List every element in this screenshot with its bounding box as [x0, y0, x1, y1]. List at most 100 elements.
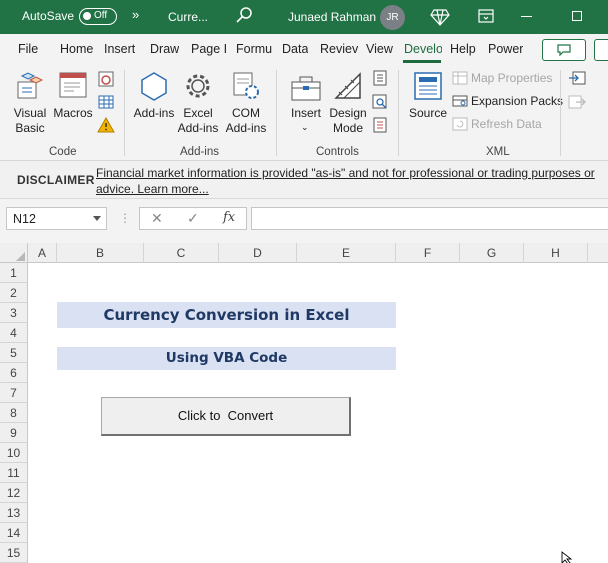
comments-button[interactable]	[542, 39, 586, 61]
map-properties-button[interactable]: Map Properties	[471, 71, 552, 85]
sheet-subtitle[interactable]: Using VBA Code	[57, 347, 396, 370]
search-icon[interactable]	[234, 6, 254, 29]
select-all-icon	[16, 252, 25, 261]
record-macro-icon[interactable]	[97, 70, 115, 91]
visual-basic-button[interactable]: Visual Basic	[8, 106, 52, 136]
design-mode-icon	[333, 71, 363, 104]
row-header[interactable]: 14	[0, 523, 27, 543]
row-header[interactable]: 1	[0, 263, 27, 283]
row-header[interactable]: 12	[0, 483, 27, 503]
row-header[interactable]: 2	[0, 283, 27, 303]
name-box[interactable]: N12	[6, 207, 107, 230]
group-controls-label: Controls	[316, 146, 359, 158]
tab-page-layout[interactable]: Page I	[191, 42, 228, 56]
column-header[interactable]: A	[28, 243, 57, 263]
maximize-icon[interactable]	[572, 11, 582, 21]
row-header[interactable]: 4	[0, 323, 27, 343]
title-bar: AutoSave Off » Curre... Junaed Rahman JR	[0, 0, 608, 34]
properties-icon[interactable]	[372, 70, 388, 89]
autosave-label: AutoSave	[22, 9, 75, 23]
tab-power-pivot[interactable]: Power	[488, 42, 523, 56]
excel-add-ins-button[interactable]: Excel Add-ins	[174, 106, 222, 136]
map-properties-icon	[452, 71, 468, 88]
tab-developer[interactable]: Develo	[404, 42, 442, 56]
row-header[interactable]: 3	[0, 303, 27, 323]
autosave-toggle[interactable]: Off	[79, 8, 117, 25]
macros-icon	[58, 71, 88, 104]
view-code-icon[interactable]	[372, 94, 388, 113]
chevron-down-icon[interactable]	[93, 216, 101, 221]
chevron-down-icon: ⌄	[301, 122, 309, 132]
insert-function-icon[interactable]: fx	[223, 210, 235, 225]
row-header[interactable]: 11	[0, 463, 27, 483]
row-header[interactable]: 13	[0, 503, 27, 523]
select-all-button[interactable]	[0, 243, 28, 263]
row-header[interactable]: 6	[0, 363, 27, 383]
expansion-packs-button[interactable]: Expansion Packs	[471, 94, 563, 108]
formula-input[interactable]	[251, 207, 608, 230]
refresh-data-button[interactable]: Refresh Data	[471, 117, 542, 131]
tab-home[interactable]: Home	[60, 42, 93, 56]
formula-bar: N12 ⋮ ✕ ✓ fx	[0, 199, 608, 243]
group-divider	[276, 70, 277, 156]
design-mode-button[interactable]: Design Mode	[326, 106, 370, 136]
row-header[interactable]: 9	[0, 423, 27, 443]
active-tab-indicator	[403, 60, 441, 63]
tab-view[interactable]: View	[366, 42, 393, 56]
insert-controls-button[interactable]: Insert	[286, 106, 326, 121]
user-name[interactable]: Junaed Rahman	[288, 10, 376, 24]
com-add-ins-icon	[231, 71, 261, 104]
column-header[interactable]: E	[297, 243, 396, 263]
com-add-ins-button[interactable]: COM Add-ins	[222, 106, 270, 136]
tab-formulas[interactable]: Formu	[236, 42, 274, 56]
avatar[interactable]: JR	[380, 5, 405, 30]
convert-button[interactable]: Click to Convert	[101, 397, 351, 436]
column-header[interactable]: G	[460, 243, 524, 263]
group-xml-label: XML	[486, 146, 510, 158]
diamond-icon[interactable]	[430, 8, 450, 29]
group-code-label: Code	[49, 146, 77, 158]
column-header[interactable]: C	[144, 243, 219, 263]
share-button[interactable]	[594, 39, 608, 61]
sheet-title[interactable]: Currency Conversion in Excel	[57, 302, 396, 328]
relative-references-icon[interactable]	[97, 94, 115, 113]
row-header[interactable]: 5	[0, 343, 27, 363]
autosave-state: Off	[94, 10, 108, 21]
drag-handle-icon[interactable]: ⋮	[119, 211, 131, 225]
export-icon[interactable]	[568, 94, 586, 113]
row-header[interactable]: 7	[0, 383, 27, 403]
row-header[interactable]: 8	[0, 403, 27, 423]
add-ins-icon	[140, 71, 168, 104]
column-headers: A B C D E F G H	[0, 243, 608, 263]
macro-security-icon[interactable]	[97, 116, 115, 136]
disclaimer-link[interactable]: Financial market information is provided…	[96, 165, 604, 197]
cancel-icon[interactable]: ✕	[151, 210, 163, 227]
source-button[interactable]: Source	[406, 106, 450, 121]
file-name[interactable]: Curre...	[168, 10, 208, 24]
ribbon: Visual Basic Macros Code Add-ins Excel A…	[0, 64, 608, 161]
enter-icon[interactable]: ✓	[187, 210, 199, 227]
toggle-knob	[83, 12, 91, 20]
minimize-icon[interactable]	[521, 16, 532, 17]
group-divider	[124, 70, 125, 156]
tab-help[interactable]: Help	[450, 42, 476, 56]
ribbon-display-options-icon[interactable]	[478, 9, 494, 26]
column-header[interactable]: H	[524, 243, 588, 263]
row-header[interactable]: 10	[0, 443, 27, 463]
tab-review[interactable]: Reviev	[320, 42, 358, 56]
row-header[interactable]: 15	[0, 543, 27, 563]
more-commands-icon[interactable]: »	[132, 7, 139, 22]
column-header[interactable]: F	[396, 243, 460, 263]
column-header[interactable]: B	[57, 243, 144, 263]
toolbox-icon	[290, 72, 322, 105]
tab-insert[interactable]: Insert	[104, 42, 135, 56]
tab-data[interactable]: Data	[282, 42, 308, 56]
import-icon[interactable]	[568, 70, 586, 89]
add-ins-button[interactable]: Add-ins	[133, 106, 175, 121]
gear-icon	[183, 71, 213, 104]
tab-file[interactable]: File	[18, 42, 38, 56]
run-dialog-icon[interactable]	[372, 117, 388, 136]
macros-button[interactable]: Macros	[52, 106, 94, 121]
column-header[interactable]: D	[219, 243, 297, 263]
tab-draw[interactable]: Draw	[150, 42, 179, 56]
